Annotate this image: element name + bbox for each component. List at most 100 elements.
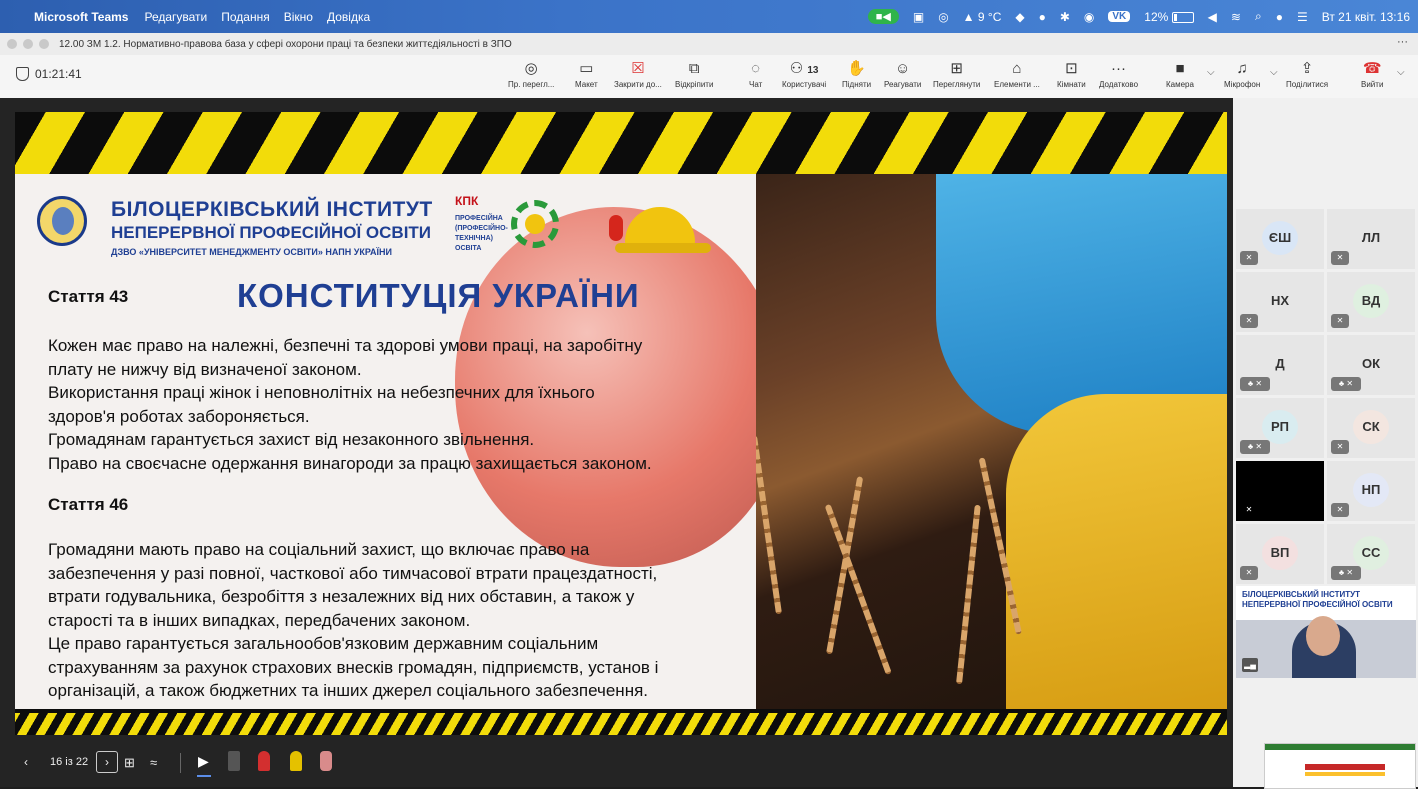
menu-help[interactable]: Довідка	[327, 10, 370, 24]
meeting-toolbar: 01:21:41 ◎ Пр. перегл... ▭ Макет ☒ Закри…	[0, 55, 1418, 99]
close-share-button[interactable]: ☒ Закрити до...	[614, 59, 662, 89]
bluetooth-icon[interactable]: ✱	[1060, 10, 1070, 24]
clock-icon[interactable]: ◉	[1084, 10, 1094, 24]
messenger-icon[interactable]: ●	[1039, 10, 1046, 24]
wheat-flag-photo	[756, 174, 1227, 713]
text-line: організацій, а також бюджетних та інших …	[48, 681, 649, 700]
mic-options-chevron-icon[interactable]: ⌵	[1270, 67, 1278, 78]
text-line: Кожен має право на належні, безпечні та …	[48, 336, 643, 355]
display-icon[interactable]: ▣	[913, 10, 924, 24]
institute-logo	[37, 196, 87, 246]
people-button[interactable]: ⚇ 13 Користувачі	[782, 59, 826, 89]
signal-icon: ▂▄	[1242, 658, 1258, 672]
elements-button[interactable]: ⌂ Елементи ...	[994, 59, 1040, 89]
view-button[interactable]: ⊞ Переглянути	[933, 59, 980, 89]
menu-view[interactable]: Подання	[221, 10, 269, 24]
participant-tile[interactable]: НП ✕	[1327, 461, 1415, 521]
participant-tile[interactable]: ЛЛ ✕	[1327, 209, 1415, 269]
grid-icon: ⊞	[950, 60, 963, 77]
microphone-icon: ♫	[1236, 60, 1248, 77]
rooms-icon: ⊡	[1065, 60, 1078, 77]
wifi-icon[interactable]: ≋	[1231, 10, 1241, 24]
muted-mic-icon: ✕	[1245, 505, 1253, 514]
previous-slide-icon[interactable]: ‹	[24, 755, 28, 769]
screen-recording-icon[interactable]: ■◀	[867, 9, 899, 24]
unpin-button[interactable]: ⧉ Відкріпити	[675, 59, 713, 89]
battery-indicator[interactable]: 12%	[1144, 10, 1194, 24]
muted-mic-icon: ✕	[1240, 314, 1258, 328]
microphone-button[interactable]: ♫ Мікрофон	[1224, 59, 1260, 89]
rooms-button[interactable]: ⊡ Кімнати	[1057, 59, 1086, 89]
layout-button[interactable]: ▭ Макет	[575, 59, 598, 89]
notification-icon[interactable]: ●	[1276, 10, 1283, 24]
presenter-head	[1306, 616, 1340, 656]
participant-avatar: ВД	[1353, 284, 1389, 318]
participant-tile[interactable]: ЄШ ✕	[1236, 209, 1324, 269]
chat-button[interactable]: ◌ Чат	[749, 59, 762, 89]
minimize-window-button[interactable]	[23, 39, 33, 49]
meeting-timer-value: 01:21:41	[35, 67, 82, 81]
institute-name-line3: ДЗВО «УНІВЕРСИТЕТ МЕНЕДЖМЕНТУ ОСВІТИ» НА…	[111, 247, 393, 257]
wheat-ear	[956, 504, 981, 685]
article-43-label: Стаття 43	[48, 287, 129, 306]
weather-indicator[interactable]: ▲ 9 °C	[963, 10, 1002, 24]
zoom-window-button[interactable]	[39, 39, 49, 49]
menu-window[interactable]: Вікно	[284, 10, 313, 24]
article-46-text: Громадяни мають право на соціальний захи…	[48, 538, 768, 703]
text-line: плату не нижчу від визначеної законом.	[48, 359, 362, 379]
text-line: втрати годувальника, безробіття з незале…	[48, 587, 635, 606]
slide-counter: 16 із 22	[50, 756, 89, 768]
participant-tile[interactable]: ВД ✕	[1327, 272, 1415, 332]
participant-avatar: СК	[1353, 410, 1389, 444]
pointer-tool-icon[interactable]: ▶	[198, 753, 209, 770]
leave-options-chevron-icon[interactable]: ⌵	[1397, 67, 1405, 78]
slide-grid-icon[interactable]: ⊞	[124, 755, 135, 771]
participants-panel: ЄШ ✕ ЛЛ ✕ НХ ✕ ВД ✕ Д ♣ ✕ ОК ♣ ✕ РП ♣ ✕ …	[1233, 98, 1418, 787]
slide-settings-icon[interactable]: ≈	[150, 755, 157, 770]
control-center-icon[interactable]: ☰	[1297, 10, 1308, 24]
people-icon: ⚇ 13	[789, 60, 819, 77]
menu-edit[interactable]: Редагувати	[144, 10, 207, 24]
shared-content-stage: БІЛОЦЕРКІВСЬКИЙ ІНСТИТУТ НЕПЕРЕРВНОЇ ПРО…	[0, 98, 1233, 787]
participant-tile[interactable]: Д ♣ ✕	[1236, 335, 1324, 395]
participant-tile[interactable]: ОК ♣ ✕	[1327, 335, 1415, 395]
participant-tile[interactable]: НХ ✕	[1236, 272, 1324, 332]
camera-options-chevron-icon[interactable]: ⌵	[1207, 67, 1215, 78]
participant-tile[interactable]: РП ♣ ✕	[1236, 398, 1324, 458]
chat-icon: ◌	[751, 60, 761, 77]
preview-button[interactable]: ◎ Пр. перегл...	[508, 59, 554, 89]
menu-app-name[interactable]: Microsoft Teams	[34, 10, 128, 24]
focus-icon[interactable]: ◎	[938, 10, 948, 24]
close-window-button[interactable]	[7, 39, 17, 49]
participant-tile[interactable]: СС ♣ ✕	[1327, 524, 1415, 584]
participant-video-tile[interactable]: ✕	[1236, 461, 1324, 521]
eraser-tool-icon[interactable]	[228, 751, 240, 771]
camera-button[interactable]: ■ Камера	[1166, 59, 1194, 89]
vpn-badge[interactable]: VK	[1108, 11, 1131, 22]
menubar-datetime[interactable]: Вт 21 квіт. 13:16	[1322, 10, 1410, 24]
spotlight-search-icon[interactable]: ⌕	[1255, 9, 1262, 24]
slide-thumbnail[interactable]	[1264, 743, 1416, 789]
raise-hand-button[interactable]: ✋ Підняти	[842, 59, 871, 89]
nordvpn-icon[interactable]: ◀	[1208, 10, 1217, 24]
laser-tool-icon[interactable]	[320, 751, 332, 771]
share-button[interactable]: ⇪ Поділитися	[1286, 59, 1328, 89]
react-button[interactable]: ☺ Реагувати	[884, 59, 921, 89]
shield-menu-icon[interactable]: ◆	[1015, 10, 1024, 24]
highlighter-tool-icon[interactable]	[290, 751, 302, 771]
more-button[interactable]: ··· Додатково	[1099, 59, 1138, 89]
red-pen-tool-icon[interactable]	[258, 751, 270, 771]
participant-tile[interactable]: СК ✕	[1327, 398, 1415, 458]
presentation-slide: БІЛОЦЕРКІВСЬКИЙ ІНСТИТУТ НЕПЕРЕРВНОЇ ПРО…	[15, 112, 1227, 735]
participant-avatar: РП	[1262, 410, 1298, 444]
presenter-video[interactable]: БІЛОЦЕРКІВСЬКИЙ ІНСТИТУТ НЕПЕРЕРВНОЇ ПРО…	[1236, 586, 1416, 678]
kpk-wheel-icon	[511, 200, 559, 248]
next-slide-button[interactable]: ›	[96, 751, 118, 773]
leave-button[interactable]: ☎ Вийти	[1361, 59, 1383, 89]
hangup-icon: ☎	[1362, 60, 1382, 77]
window-more-icon[interactable]: ···	[1397, 36, 1408, 48]
shield-icon	[16, 67, 29, 81]
toolbar-divider	[180, 753, 181, 773]
slide-heading: КОНСТИТУЦІЯ УКРАЇНИ	[237, 277, 640, 314]
participant-tile[interactable]: ВП ✕	[1236, 524, 1324, 584]
